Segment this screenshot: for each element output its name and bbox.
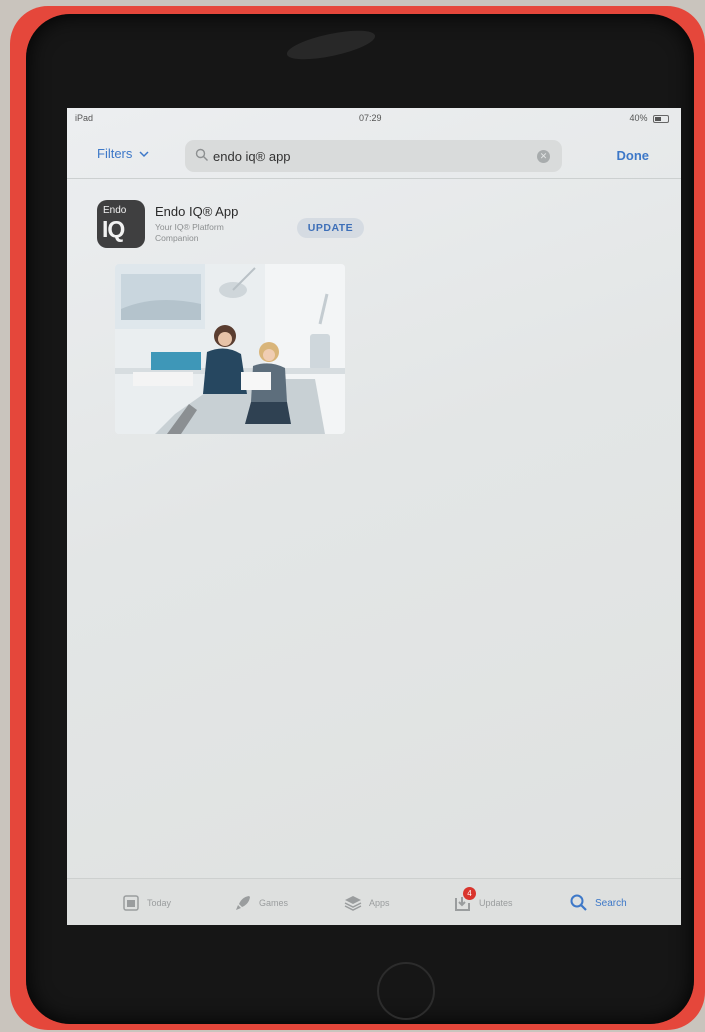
tab-today-label: Today [147,898,172,908]
home-button[interactable] [377,962,435,1020]
status-time: 07:29 [359,113,382,123]
tab-updates-label: Updates [479,898,513,908]
search-icon [569,893,589,913]
status-carrier: iPad [75,113,94,123]
tab-games-label: Games [259,898,289,908]
search-result-item[interactable]: Endo IQ Endo IQ® App Your IQ® Platform C… [97,200,397,260]
filters-button[interactable]: Filters [97,146,149,161]
status-battery-group: 40% [629,113,669,123]
tab-bar: Today Games Apps 4 Updates Search [67,878,681,925]
battery-percent: 40% [629,113,648,123]
dental-clinic-photo [115,264,345,434]
today-icon [121,893,141,913]
search-divider [67,178,681,179]
screen-glare [284,24,378,66]
photo-scene: iPad 07:29 40% Filters endo iq® app ✕ Do… [0,0,705,1032]
status-bar: iPad 07:29 40% [67,108,681,128]
app-icon[interactable]: Endo IQ [97,200,145,248]
tab-apps-label: Apps [369,898,390,908]
app-name[interactable]: Endo IQ® App [155,204,238,219]
screen: iPad 07:29 40% Filters endo iq® app ✕ Do… [67,108,681,925]
app-subtitle: Your IQ® Platform Companion [155,222,224,243]
search-input[interactable] [213,146,513,166]
app-icon-top-text: Endo [103,205,127,216]
filters-label: Filters [97,146,133,161]
updates-badge: 4 [463,887,476,900]
app-preview-screenshot[interactable] [115,264,345,434]
apps-stack-icon [343,893,363,913]
update-button[interactable]: UPDATE [297,218,364,238]
done-button[interactable]: Done [617,148,650,163]
tab-search-label: Search [595,898,627,909]
search-field[interactable]: ✕ [185,140,562,172]
app-icon-bottom-text: IQ [102,216,125,242]
chevron-down-icon [139,151,149,158]
rocket-icon [233,893,253,913]
search-icon [195,148,209,162]
clear-search-icon[interactable]: ✕ [537,150,550,163]
battery-icon [653,114,669,123]
search-bar-row: Filters ✕ Done [67,136,681,176]
